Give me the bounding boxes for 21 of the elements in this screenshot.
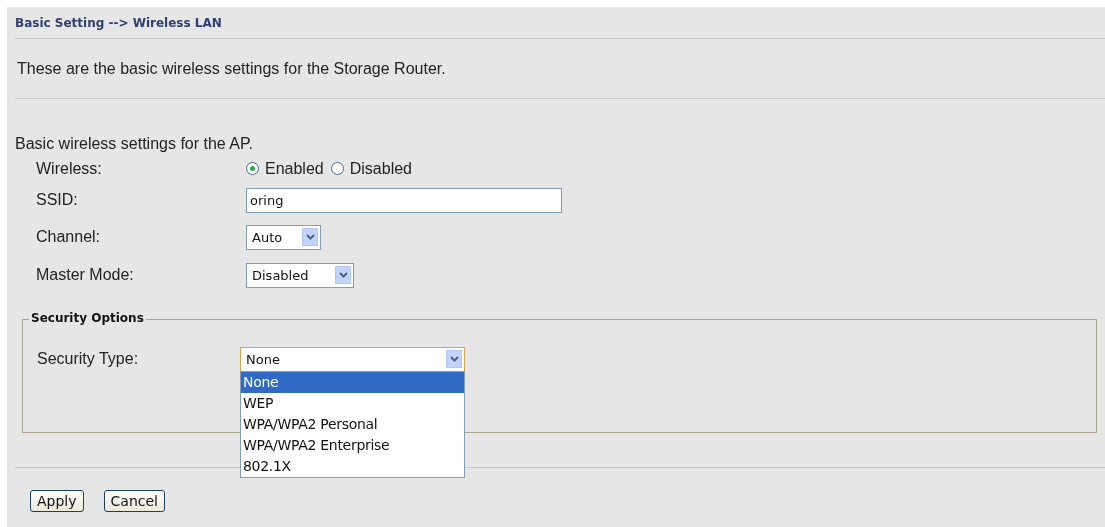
field-label: Wireless: <box>36 159 103 178</box>
caret-icon <box>449 356 459 362</box>
caret-icon <box>305 234 315 240</box>
security-type-select[interactable]: None <box>240 346 465 372</box>
section-heading: Basic wireless settings for the AP. <box>15 135 255 153</box>
fieldset-legend: Security Options <box>29 311 146 325</box>
field-label: SSID: <box>36 191 79 209</box>
page-title: Basic Setting --> Wireless LAN <box>15 15 223 32</box>
description-text: These are the basic wireless settings for the Storage Router. <box>16 59 447 79</box>
field-label: Master Mode: <box>36 266 135 284</box>
field-label: Security Type: <box>37 350 140 368</box>
dropdown-option[interactable]: None <box>241 371 464 393</box>
radio-option[interactable]: Enabled <box>246 159 324 178</box>
ssid-input[interactable]: oring <box>246 187 562 213</box>
master-mode-select[interactable]: Disabled <box>246 262 354 288</box>
apply-button[interactable]: Apply <box>30 490 84 512</box>
channel-select[interactable]: Auto <box>246 224 321 250</box>
radio-option[interactable]: Disabled <box>330 159 412 178</box>
cancel-button[interactable]: Cancel <box>103 490 165 512</box>
caret-icon <box>338 272 348 278</box>
field-label: Channel: <box>36 228 102 246</box>
